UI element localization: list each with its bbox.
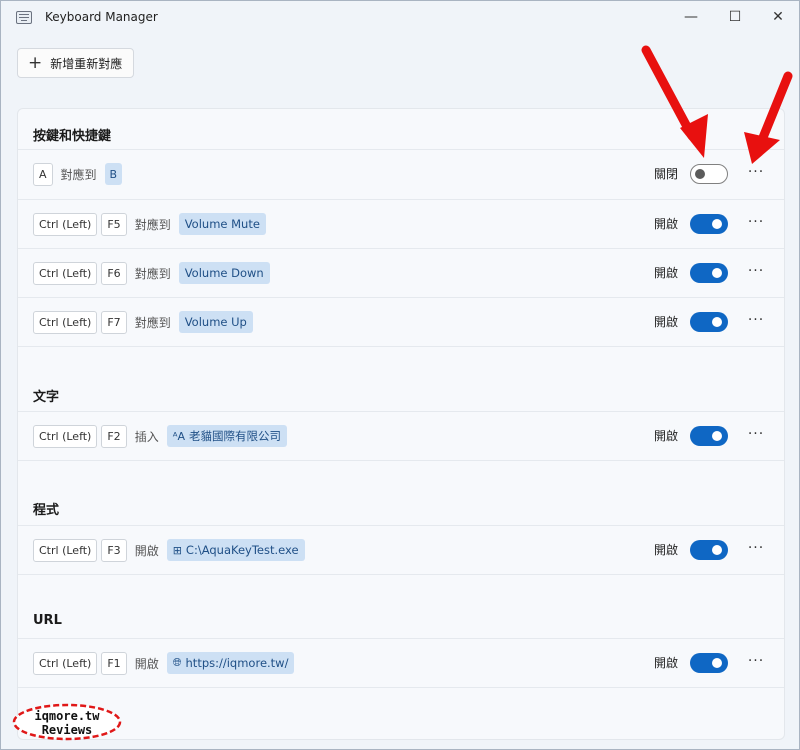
target-chip: Volume Down — [178, 262, 270, 284]
key-chip: Ctrl (Left) — [33, 424, 98, 448]
target-chip: ⊞ C:\AquaKeyTest.exe — [166, 539, 305, 561]
section-title-text: 文字 — [33, 390, 60, 405]
key-chip: F1 — [101, 651, 127, 675]
more-options-button[interactable]: ··· — [746, 298, 766, 346]
key-chip: A — [33, 162, 53, 186]
target-text: https://iqmore.tw/ — [185, 656, 289, 670]
target-chip: ᴬA 老貓國際有限公司 — [166, 425, 287, 447]
mapping-row: Ctrl (Left) F6 對應到 Volume Down 開啟 ··· — [18, 248, 784, 297]
mapping-row: Ctrl (Left) F7 對應到 Volume Up 開啟 ··· — [18, 297, 784, 347]
section-title-programs: 程式 — [33, 503, 60, 518]
mapping-row: Ctrl (Left) F1 開啟 🌐︎ https://iqmore.tw/ … — [18, 638, 784, 688]
key-chip: F7 — [101, 310, 127, 334]
key-chip: F2 — [101, 424, 127, 448]
mapping-row: Ctrl (Left) F3 開啟 ⊞ C:\AquaKeyTest.exe 開… — [18, 525, 784, 575]
key-chip: Ctrl (Left) — [33, 651, 98, 675]
mapping-verb: 對應到 — [134, 266, 171, 281]
keyboard-icon — [16, 11, 32, 24]
status-label: 開啟 — [654, 656, 679, 670]
status-label: 開啟 — [654, 217, 679, 231]
close-button[interactable]: ✕ — [756, 1, 800, 33]
key-chip: F5 — [101, 212, 127, 236]
mapping-verb: 開啟 — [134, 656, 159, 671]
section-title-url: URL — [33, 613, 62, 628]
app-icon: ⊞ — [172, 543, 182, 557]
mapping-row: Ctrl (Left) F5 對應到 Volume Mute 開啟 ··· — [18, 199, 784, 248]
annotation-arrow-toggle — [641, 45, 708, 158]
mapping-verb: 對應到 — [134, 217, 171, 232]
status-label: 開啟 — [654, 543, 679, 557]
enable-toggle[interactable] — [690, 653, 728, 673]
more-options-button[interactable]: ··· — [746, 412, 766, 460]
maximize-button[interactable]: ☐ — [713, 1, 757, 33]
annotation-arrow-more — [744, 71, 793, 164]
key-chip: Ctrl (Left) — [33, 261, 98, 285]
enable-toggle[interactable] — [690, 263, 728, 283]
enable-toggle[interactable] — [690, 214, 728, 234]
target-text: C:\AquaKeyTest.exe — [185, 543, 299, 557]
target-chip: Volume Up — [178, 311, 253, 333]
key-chip: F6 — [101, 261, 127, 285]
mapping-row: Ctrl (Left) F2 插入 ᴬA 老貓國際有限公司 開啟 ··· — [18, 411, 784, 461]
mapping-verb: 對應到 — [134, 315, 171, 330]
globe-icon: 🌐︎ — [172, 656, 182, 669]
add-remapping-button[interactable]: + 新增重新對應 — [17, 48, 135, 78]
key-chip: Ctrl (Left) — [33, 538, 98, 562]
target-chip: B — [104, 163, 123, 185]
text-icon: ᴬA — [172, 429, 185, 443]
target-text: 老貓國際有限公司 — [188, 429, 281, 443]
enable-toggle[interactable] — [690, 312, 728, 332]
watermark-logo: iqmore.tw Reviews — [12, 703, 122, 741]
target-chip: 🌐︎ https://iqmore.tw/ — [166, 652, 295, 674]
svg-text:iqmore.tw: iqmore.tw — [34, 709, 100, 723]
mapping-verb: 對應到 — [60, 167, 97, 182]
enable-toggle[interactable] — [690, 540, 728, 560]
section-title-keys-shortcuts: 按鍵和快捷鍵 — [33, 129, 112, 144]
more-options-button[interactable]: ··· — [746, 526, 766, 574]
minimize-button[interactable]: — — [669, 1, 713, 33]
key-chip: Ctrl (Left) — [33, 310, 98, 334]
mapping-verb: 開啟 — [134, 543, 159, 558]
status-label: 開啟 — [654, 266, 679, 280]
more-options-button[interactable]: ··· — [746, 249, 766, 297]
more-options-button[interactable]: ··· — [746, 639, 766, 687]
key-chip: Ctrl (Left) — [33, 212, 98, 236]
key-chip: F3 — [101, 538, 127, 562]
enable-toggle[interactable] — [690, 426, 728, 446]
enable-toggle[interactable] — [690, 164, 728, 184]
add-remapping-label: 新增重新對應 — [50, 56, 123, 71]
mapping-verb: 插入 — [134, 429, 159, 444]
status-label: 開啟 — [654, 315, 679, 329]
window-title: Keyboard Manager — [45, 10, 158, 24]
title-bar: Keyboard Manager — ☐ ✕ — [1, 1, 799, 33]
target-chip: Volume Mute — [178, 213, 266, 235]
plus-icon: + — [28, 52, 43, 73]
more-options-button[interactable]: ··· — [746, 200, 766, 248]
status-label: 開啟 — [654, 429, 679, 443]
svg-text:Reviews: Reviews — [42, 723, 93, 737]
